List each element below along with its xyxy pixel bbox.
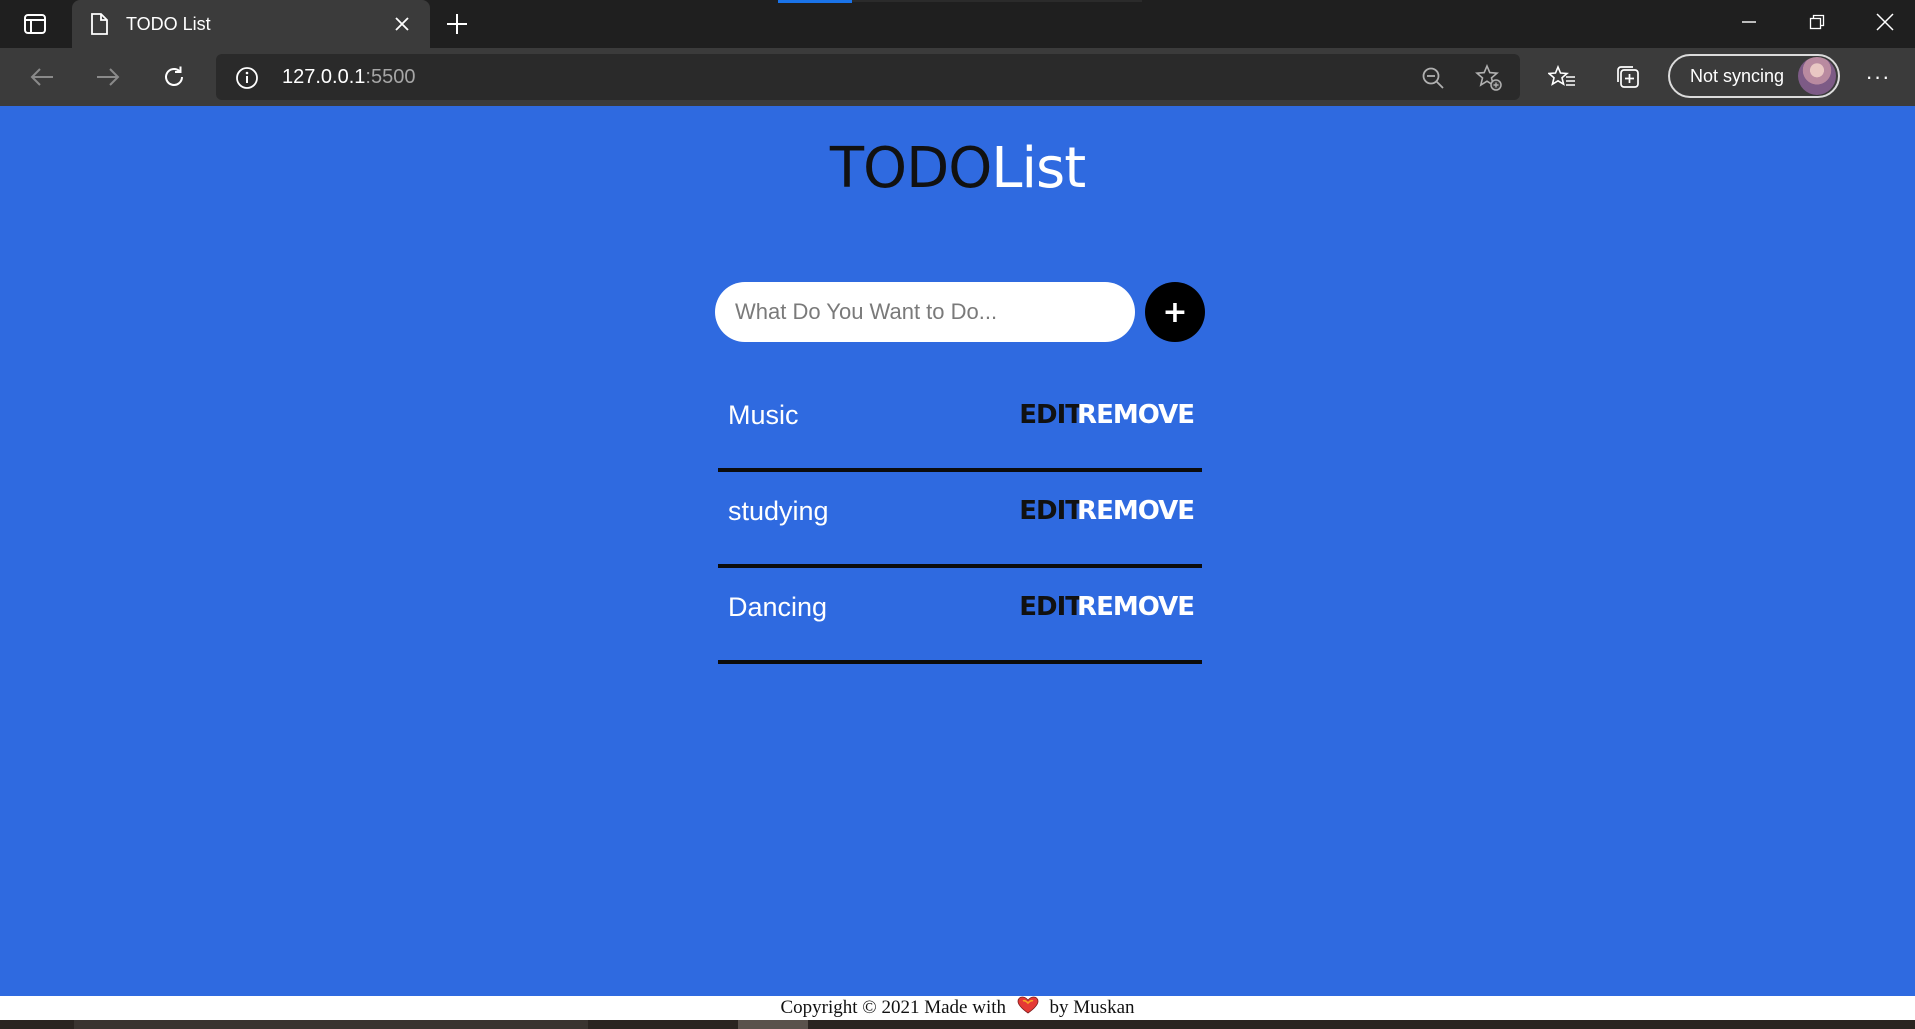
forward-arrow-icon [97, 68, 120, 86]
new-tab-button[interactable] [442, 9, 472, 39]
loading-indicator [778, 0, 852, 3]
forward-button[interactable] [88, 58, 128, 96]
avatar [1798, 57, 1836, 95]
close-window-button[interactable] [1858, 0, 1912, 44]
remove-button[interactable]: REMOVE [1077, 592, 1195, 622]
address-bar[interactable]: 127.0.0.1:5500 [216, 54, 1520, 100]
footer: Copyright © 2021 Made with by Muskan [0, 996, 1915, 1020]
todo-task-text: Dancing [728, 592, 828, 622]
todo-input[interactable] [715, 282, 1135, 342]
page-title: TODOList [0, 136, 1915, 201]
browser-toolbar: 127.0.0.1:5500 Not syncing ··· [0, 48, 1915, 106]
restore-icon [1809, 14, 1825, 30]
zoom-out-icon[interactable] [1418, 63, 1448, 93]
tab-actions-button[interactable] [18, 11, 52, 37]
taskbar-segment [738, 1020, 808, 1029]
more-options-button[interactable]: ··· [1858, 58, 1898, 96]
tab-title: TODO List [126, 13, 211, 34]
url-port: :5500 [365, 66, 416, 88]
url-text: 127.0.0.1:5500 [282, 66, 415, 89]
collections-icon [1617, 66, 1639, 88]
loading-track [852, 0, 1142, 2]
minimize-button[interactable] [1722, 0, 1776, 44]
todo-task-text: Music [728, 400, 799, 430]
heart-icon [1017, 996, 1039, 1021]
profile-label: Not syncing [1690, 65, 1785, 86]
todo-item: studying EDIT REMOVE [718, 472, 1202, 568]
close-icon [1876, 13, 1894, 31]
add-favorite-icon[interactable] [1474, 63, 1504, 93]
refresh-icon [165, 66, 183, 86]
page-content: TODOList + Music EDIT REMOVE studying ED… [0, 106, 1915, 996]
back-arrow-icon [30, 68, 53, 86]
remove-button[interactable]: REMOVE [1077, 496, 1195, 526]
page-title-part1: TODO [829, 136, 992, 201]
add-todo-button[interactable]: + [1145, 282, 1205, 342]
taskbar-segment [74, 1020, 588, 1029]
todo-item: Dancing EDIT REMOVE [718, 568, 1202, 664]
edit-button[interactable]: EDIT [1019, 592, 1083, 622]
back-button[interactable] [22, 58, 62, 96]
tab-actions-icon [24, 14, 46, 34]
tab-strip: TODO List [0, 0, 1915, 48]
refresh-button[interactable] [154, 58, 194, 96]
todo-task-text: studying [728, 496, 829, 526]
info-icon[interactable] [234, 65, 260, 91]
taskbar-strip [0, 1020, 1915, 1029]
edit-button[interactable]: EDIT [1019, 400, 1083, 430]
footer-text-before: Copyright © 2021 Made with [780, 997, 1007, 1018]
plus-icon [447, 14, 467, 34]
edit-button[interactable]: EDIT [1019, 496, 1083, 526]
browser-tab[interactable]: TODO List [72, 0, 430, 48]
favorites-icon [1548, 65, 1575, 86]
restore-button[interactable] [1790, 0, 1844, 44]
page-title-part2: List [991, 136, 1086, 201]
page-icon [88, 12, 110, 36]
footer-text-after: by Muskan [1049, 997, 1135, 1018]
todo-item: Music EDIT REMOVE [718, 376, 1202, 472]
close-tab-icon[interactable] [388, 10, 416, 38]
remove-button[interactable]: REMOVE [1077, 400, 1195, 430]
url-host: 127.0.0.1 [282, 66, 366, 88]
collections-button[interactable] [1608, 58, 1648, 96]
minimize-icon [1742, 21, 1756, 23]
todo-list: Music EDIT REMOVE studying EDIT REMOVE D… [718, 376, 1202, 664]
favorites-button[interactable] [1542, 58, 1582, 96]
profile-button[interactable]: Not syncing [1668, 54, 1840, 98]
